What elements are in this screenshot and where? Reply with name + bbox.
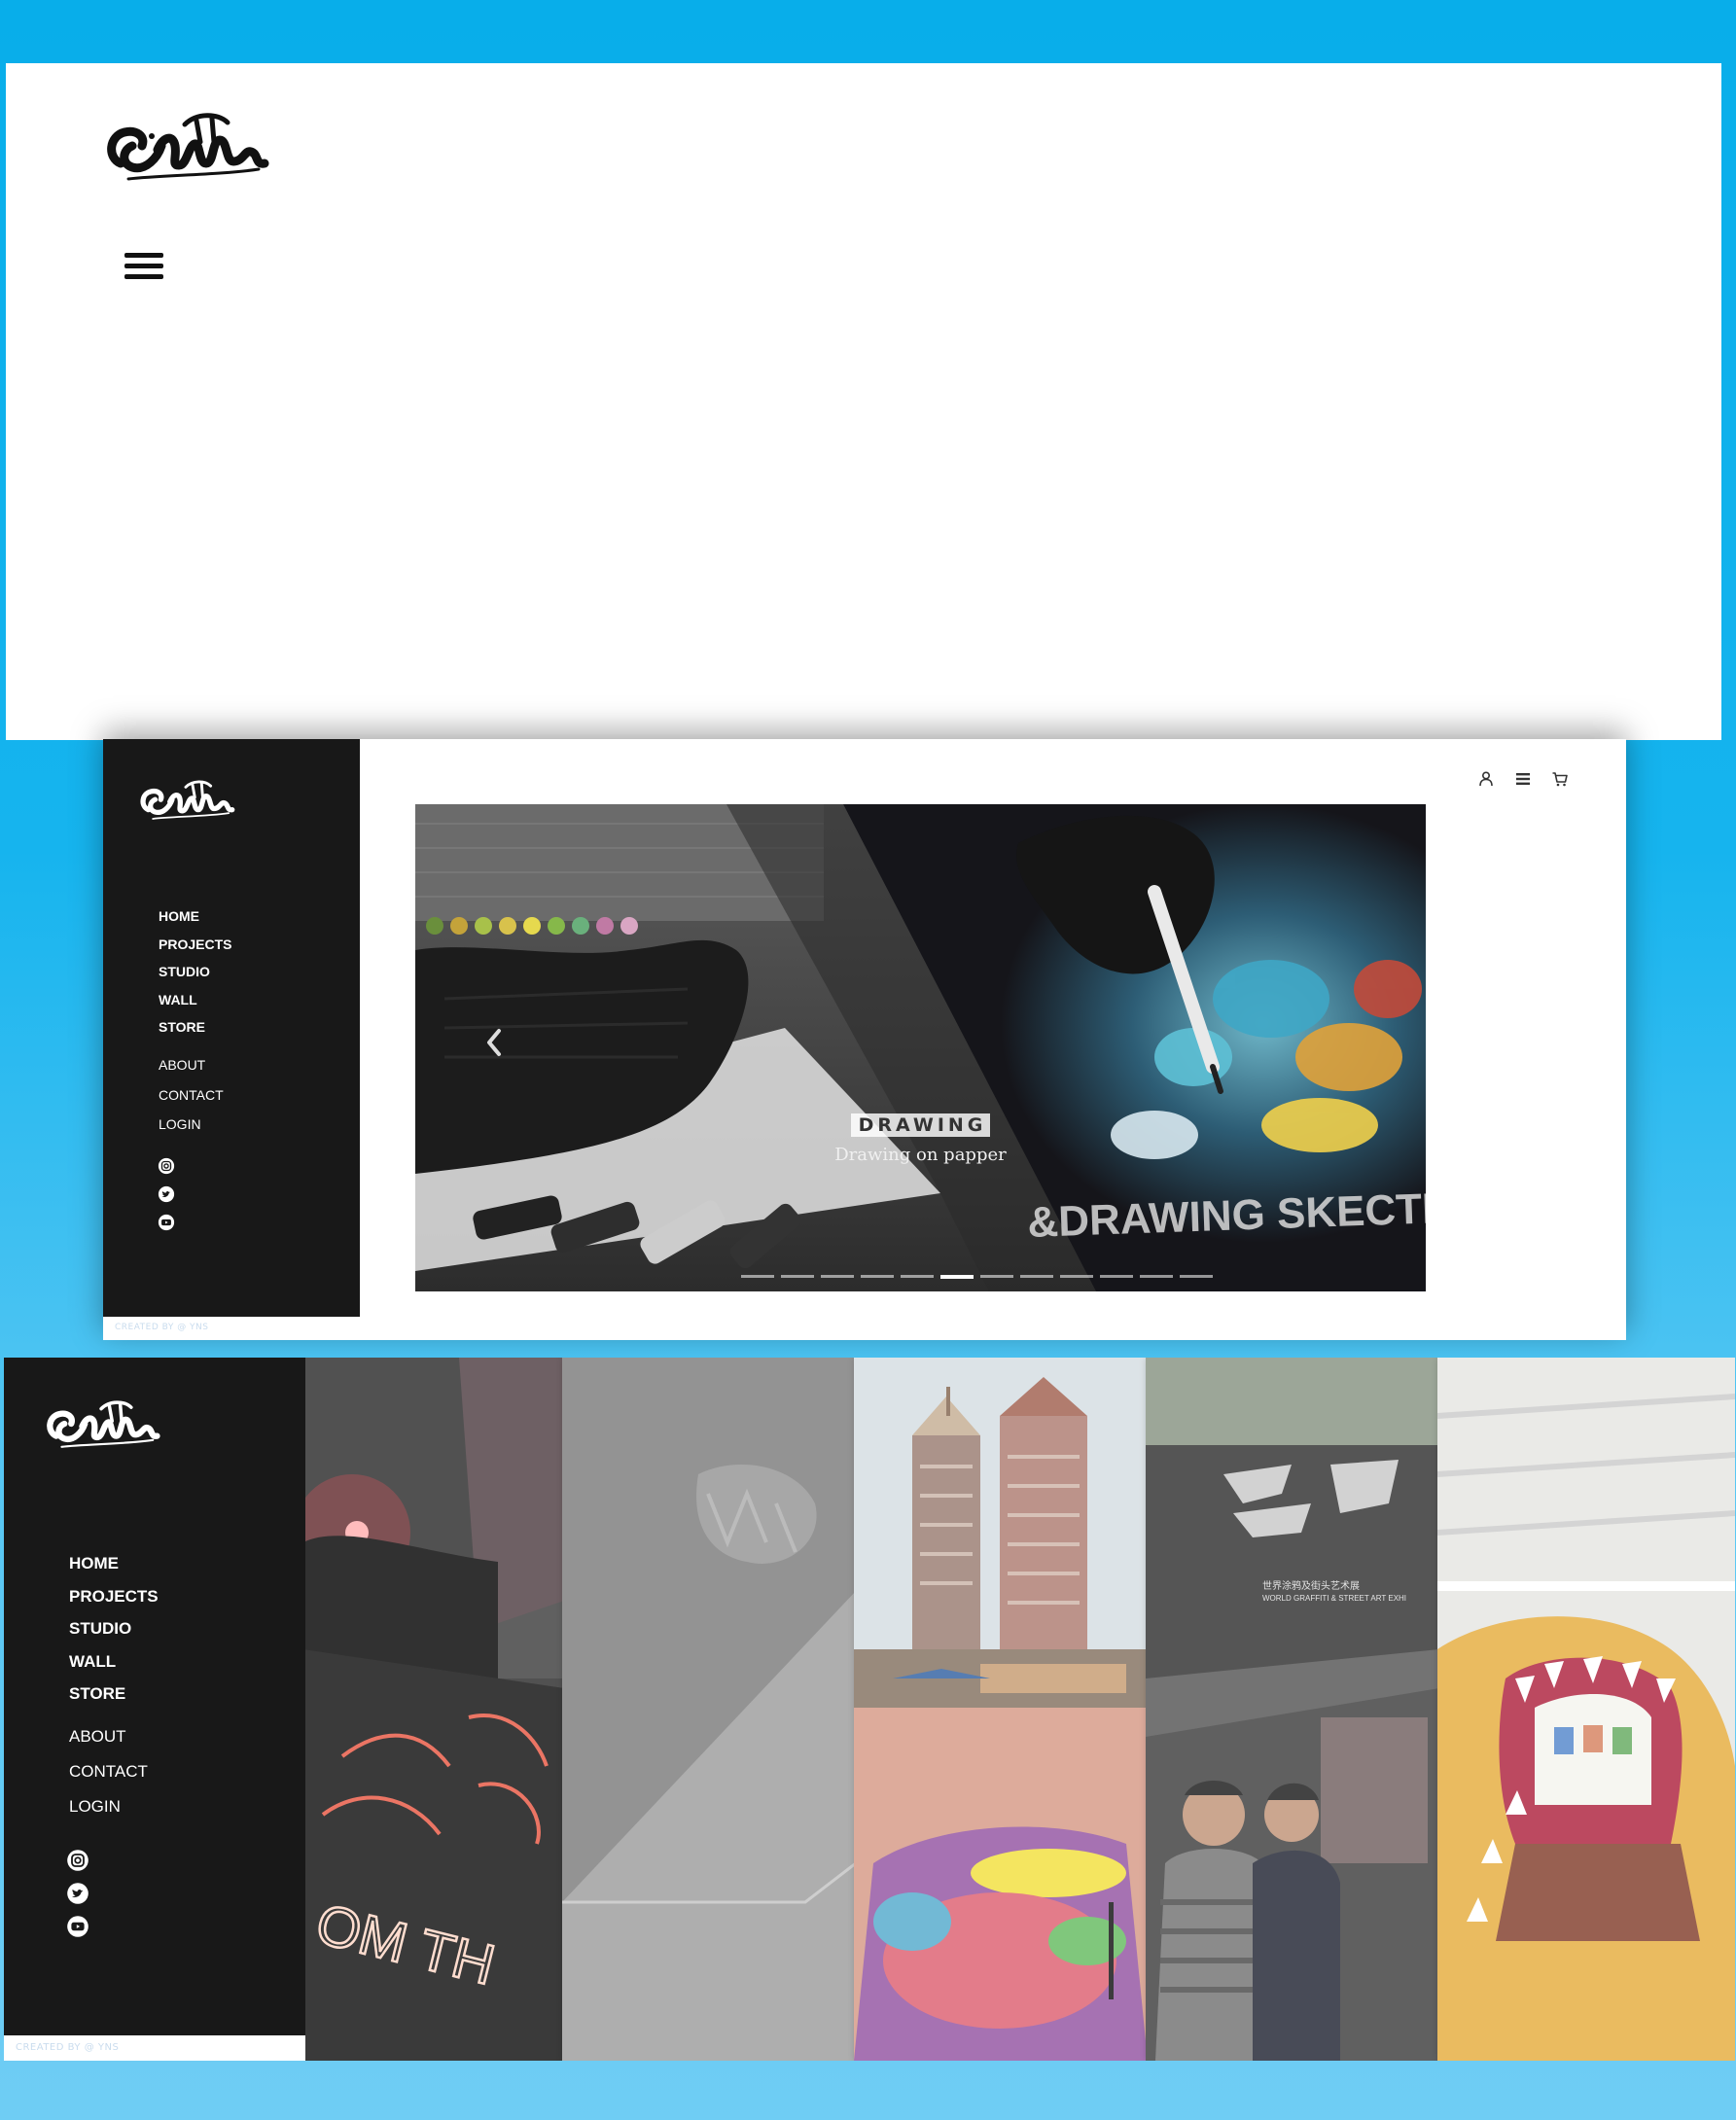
gallery-tile-paper-emboss[interactable]	[562, 1358, 856, 2061]
nav-contact[interactable]: CONTACT	[69, 1754, 148, 1789]
credit-text: CREATED BY @ YNS	[16, 2042, 120, 2053]
nav-store[interactable]: STORE	[69, 1678, 159, 1711]
slide-indicator[interactable]	[1100, 1275, 1133, 1278]
desktop-gallery-panel: OM TH 世界涂鸦及街头艺术展 WORLD GRAFFITI & STREET…	[4, 1358, 1735, 2061]
header-icons	[1477, 770, 1583, 788]
credit-footer: CREATED BY @ YNS	[103, 1317, 360, 1340]
gallery-tile-dinosaur-gallery[interactable]	[1437, 1358, 1735, 2061]
nav-projects[interactable]: PROJECTS	[159, 931, 231, 959]
slide-indicator[interactable]	[1140, 1275, 1173, 1278]
twitter-icon[interactable]	[158, 1185, 175, 1203]
nav-about[interactable]: ABOUT	[69, 1719, 148, 1754]
slide-title: DRAWING	[850, 1113, 991, 1137]
credit-footer: CREATED BY @ YNS	[4, 2035, 305, 2061]
menu-icon[interactable]	[1514, 770, 1532, 788]
instagram-icon[interactable]	[66, 1849, 89, 1872]
nav-studio[interactable]: STUDIO	[69, 1612, 159, 1645]
slider-indicators	[741, 1275, 1220, 1279]
nav-studio[interactable]: STUDIO	[159, 958, 231, 986]
nav-home[interactable]: HOME	[159, 902, 231, 931]
sidebar: HOME PROJECTS STUDIO WALL STORE ABOUT CO…	[4, 1358, 305, 2035]
nav-store[interactable]: STORE	[159, 1013, 231, 1042]
youtube-icon[interactable]	[66, 1915, 89, 1938]
slide-indicator[interactable]	[861, 1275, 894, 1278]
hero-slider[interactable]: &DRAWING SKECTH DRAWING Drawing on pappe…	[415, 804, 1426, 1291]
desktop-slider-panel: HOME PROJECTS STUDIO WALL STORE ABOUT CO…	[103, 739, 1626, 1340]
credit-text: CREATED BY @ YNS	[115, 1323, 209, 1332]
social-links	[158, 1157, 175, 1242]
hamburger-menu-icon[interactable]	[124, 253, 163, 284]
mobile-header-panel	[6, 63, 1721, 740]
slide-indicator[interactable]	[781, 1275, 814, 1278]
secondary-nav: ABOUT CONTACT LOGIN	[69, 1719, 148, 1824]
nav-login[interactable]: LOGIN	[159, 1110, 224, 1140]
nav-projects[interactable]: PROJECTS	[69, 1580, 159, 1613]
slide-indicator[interactable]	[1060, 1275, 1093, 1278]
youtube-icon[interactable]	[158, 1214, 175, 1231]
main-nav: HOME PROJECTS STUDIO WALL STORE	[69, 1547, 159, 1711]
twitter-icon[interactable]	[66, 1882, 89, 1905]
slide-image: &DRAWING SKECTH	[415, 804, 1426, 1291]
cart-icon[interactable]	[1551, 770, 1569, 788]
slide-indicator[interactable]	[901, 1275, 934, 1278]
social-links	[66, 1849, 89, 1948]
brand-logo[interactable]	[103, 107, 273, 204]
prev-slide-arrow[interactable]	[485, 1028, 503, 1057]
secondary-nav: ABOUT CONTACT LOGIN	[159, 1050, 224, 1140]
main-nav: HOME PROJECTS STUDIO WALL STORE	[159, 902, 231, 1042]
instagram-icon[interactable]	[158, 1157, 175, 1175]
slide-indicator[interactable]	[741, 1275, 774, 1278]
sidebar: HOME PROJECTS STUDIO WALL STORE ABOUT CO…	[103, 739, 360, 1317]
gallery-tile-street-mural[interactable]	[854, 1358, 1148, 2061]
slide-indicator[interactable]	[821, 1275, 854, 1278]
nav-wall[interactable]: WALL	[69, 1645, 159, 1678]
brand-logo[interactable]	[43, 1396, 164, 1465]
slide-subtitle: Drawing on papper	[834, 1145, 1007, 1165]
nav-home[interactable]: HOME	[69, 1547, 159, 1580]
user-icon[interactable]	[1477, 770, 1495, 788]
gallery-tile-graffiti-exhibition[interactable]: 世界涂鸦及街头艺术展 WORLD GRAFFITI & STREET ART E…	[1146, 1358, 1439, 2061]
nav-about[interactable]: ABOUT	[159, 1050, 224, 1080]
slide-indicator[interactable]	[1020, 1275, 1053, 1278]
brand-logo[interactable]	[138, 776, 237, 834]
slide-indicator[interactable]	[940, 1275, 974, 1279]
nav-login[interactable]: LOGIN	[69, 1789, 148, 1824]
gallery-tile-neon-studio[interactable]: OM TH	[303, 1358, 564, 2061]
slide-indicator[interactable]	[980, 1275, 1013, 1278]
nav-contact[interactable]: CONTACT	[159, 1080, 224, 1111]
slide-indicator[interactable]	[1180, 1275, 1213, 1278]
nav-wall[interactable]: WALL	[159, 986, 231, 1014]
slide-caption: DRAWING	[415, 1113, 1426, 1137]
